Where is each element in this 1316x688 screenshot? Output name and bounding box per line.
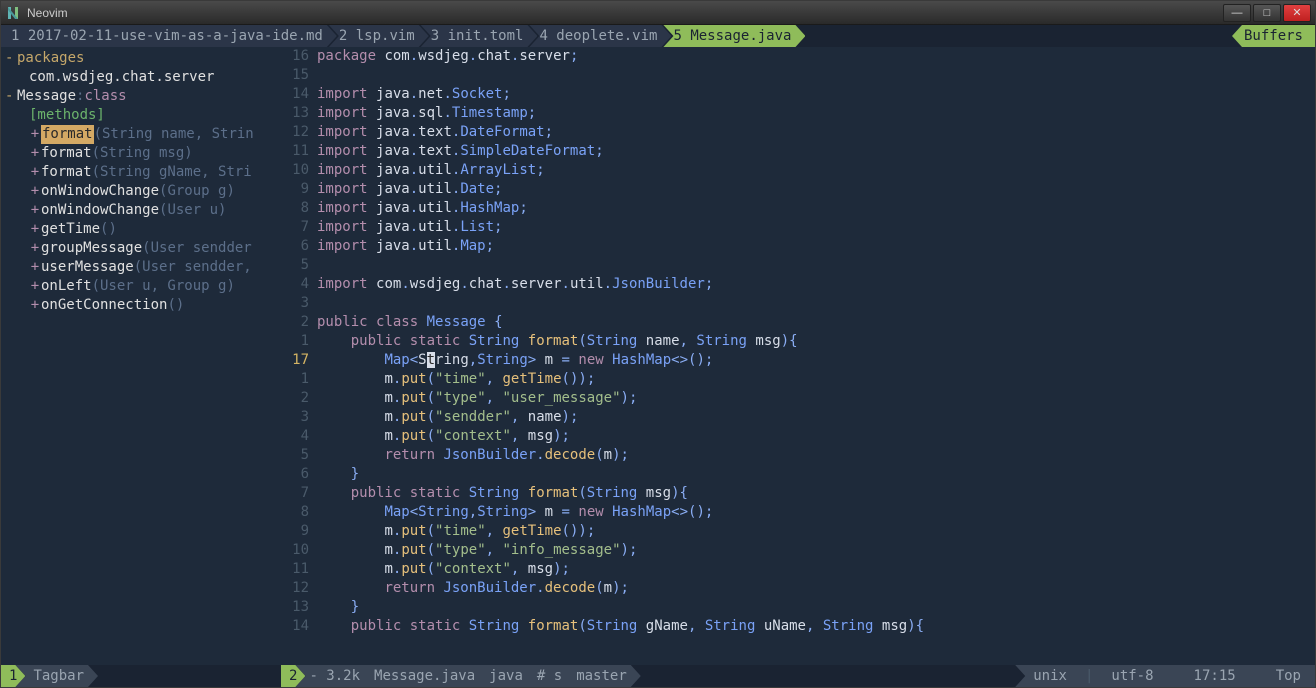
window-titlebar[interactable]: Neovim — □ ✕ <box>1 1 1315 25</box>
status-position: 17:15 <box>1194 668 1236 684</box>
close-button[interactable]: ✕ <box>1283 4 1311 22</box>
status-scroll: Top <box>1276 668 1301 684</box>
line-number: 6 <box>281 465 309 484</box>
line-number: 11 <box>281 142 309 161</box>
line-number: 12 <box>281 123 309 142</box>
code-line[interactable]: import java.util.Map; <box>317 237 1315 256</box>
status-filetype: java <box>489 668 523 684</box>
line-number: 15 <box>281 66 309 85</box>
code-line[interactable]: Map<String,String> m = new HashMap<>(); <box>317 503 1315 522</box>
code-line[interactable]: import com.wsdjeg.chat.server.util.JsonB… <box>317 275 1315 294</box>
code-line[interactable]: public static String format(String gName… <box>317 617 1315 636</box>
code-line[interactable]: m.put("sendder", name); <box>317 408 1315 427</box>
status-name-left: Tagbar <box>15 665 98 687</box>
code-line[interactable]: import java.text.DateFormat; <box>317 123 1315 142</box>
code-area[interactable]: package com.wsdjeg.chat.server; import j… <box>317 47 1315 665</box>
status-fileformat: unix <box>1033 668 1067 684</box>
buffer-tabline: 1 2017-02-11-use-vim-as-a-java-ide.md2 l… <box>1 25 1315 47</box>
status-file-info: - 3.2k Message.java java # s master <box>295 665 640 687</box>
line-number: 2 <box>281 389 309 408</box>
code-line[interactable]: m.put("time", getTime()); <box>317 522 1315 541</box>
line-number: 4 <box>281 427 309 446</box>
line-number: 5 <box>281 256 309 275</box>
line-number: 17 <box>281 351 309 370</box>
line-number: 6 <box>281 237 309 256</box>
line-number: 8 <box>281 199 309 218</box>
code-line[interactable] <box>317 256 1315 275</box>
code-line[interactable]: m.put("type", "user_message"); <box>317 389 1315 408</box>
code-line[interactable]: import java.util.List; <box>317 218 1315 237</box>
code-line[interactable]: import java.util.ArrayList; <box>317 161 1315 180</box>
status-filename: Message.java <box>374 668 475 684</box>
code-line[interactable] <box>317 294 1315 313</box>
window-title: Neovim <box>27 6 68 20</box>
code-line[interactable]: m.put("context", msg); <box>317 427 1315 446</box>
buffers-indicator[interactable]: Buffers <box>1232 25 1315 47</box>
tagbar-panel[interactable]: -packagescom.wsdjeg.chat.server-Message … <box>1 47 281 665</box>
buffer-tab[interactable]: 1 2017-02-11-use-vim-as-a-java-ide.md <box>1 25 337 47</box>
editor-pane[interactable]: 1615141312111098765432117123456789101112… <box>281 47 1315 665</box>
line-number: 4 <box>281 275 309 294</box>
status-size: - 3.2k <box>309 668 360 684</box>
minimize-button[interactable]: — <box>1223 4 1251 22</box>
line-number: 11 <box>281 560 309 579</box>
status-hunk: # s <box>537 668 562 684</box>
line-number: 7 <box>281 484 309 503</box>
buffer-tab[interactable]: 4 deoplete.vim <box>529 25 671 47</box>
code-line[interactable]: package com.wsdjeg.chat.server; <box>317 47 1315 66</box>
line-number: 1 <box>281 332 309 351</box>
code-line[interactable]: public static String format(String msg){ <box>317 484 1315 503</box>
code-line[interactable] <box>317 66 1315 85</box>
line-number: 2 <box>281 313 309 332</box>
line-number: 13 <box>281 598 309 617</box>
line-number: 1 <box>281 370 309 389</box>
status-encoding: utf-8 <box>1111 668 1153 684</box>
line-number: 12 <box>281 579 309 598</box>
code-line[interactable]: m.put("context", msg); <box>317 560 1315 579</box>
line-number: 9 <box>281 522 309 541</box>
code-line[interactable]: import java.text.SimpleDateFormat; <box>317 142 1315 161</box>
line-number: 3 <box>281 294 309 313</box>
line-number: 14 <box>281 617 309 636</box>
line-number: 8 <box>281 503 309 522</box>
line-number: 13 <box>281 104 309 123</box>
buffer-tab[interactable]: 2 lsp.vim <box>329 25 429 47</box>
code-line[interactable]: m.put("type", "info_message"); <box>317 541 1315 560</box>
code-line[interactable]: return JsonBuilder.decode(m); <box>317 579 1315 598</box>
code-line[interactable]: } <box>317 598 1315 617</box>
code-line[interactable]: import java.util.Date; <box>317 180 1315 199</box>
code-line[interactable]: import java.sql.Timestamp; <box>317 104 1315 123</box>
maximize-button[interactable]: □ <box>1253 4 1281 22</box>
code-line[interactable]: Map<String,String> m = new HashMap<>(); <box>317 351 1315 370</box>
line-number: 16 <box>281 47 309 66</box>
code-line[interactable]: public class Message { <box>317 313 1315 332</box>
code-line[interactable]: public static String format(String name,… <box>317 332 1315 351</box>
line-number: 3 <box>281 408 309 427</box>
buffer-tab[interactable]: 3 init.toml <box>421 25 538 47</box>
code-line[interactable]: return JsonBuilder.decode(m); <box>317 446 1315 465</box>
line-number: 10 <box>281 161 309 180</box>
status-branch: master <box>576 668 627 684</box>
neovim-icon <box>5 5 21 21</box>
code-line[interactable]: import java.net.Socket; <box>317 85 1315 104</box>
code-line[interactable]: m.put("time", getTime()); <box>317 370 1315 389</box>
line-number: 14 <box>281 85 309 104</box>
buffer-tab[interactable]: 5 Message.java <box>663 25 805 47</box>
line-number: 7 <box>281 218 309 237</box>
line-number-gutter: 1615141312111098765432117123456789101112… <box>281 47 317 665</box>
status-right-info: unix | utf-8 17:15 Top <box>1015 665 1315 687</box>
statusline: 1 Tagbar 2 - 3.2k Message.java java # s … <box>1 665 1315 687</box>
code-line[interactable]: import java.util.HashMap; <box>317 199 1315 218</box>
line-number: 10 <box>281 541 309 560</box>
line-number: 5 <box>281 446 309 465</box>
line-number: 9 <box>281 180 309 199</box>
code-line[interactable]: } <box>317 465 1315 484</box>
